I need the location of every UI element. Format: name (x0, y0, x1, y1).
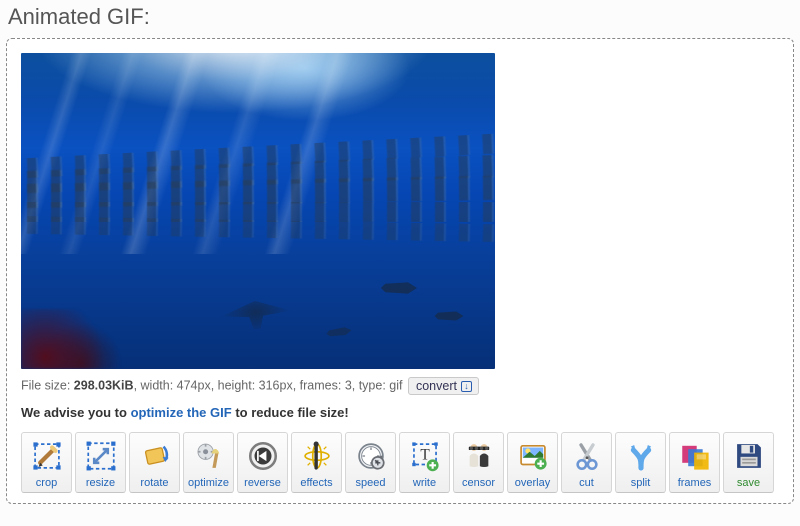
optimize-icon (190, 437, 228, 475)
speed-button[interactable]: speed (345, 432, 396, 493)
file-size-value: 298.03KiB (74, 378, 134, 392)
write-icon: T (406, 437, 444, 475)
optimize-link[interactable]: optimize the GIF (131, 405, 232, 420)
write-button[interactable]: T write (399, 432, 450, 493)
effects-label: effects (300, 477, 332, 489)
crop-icon (28, 437, 66, 475)
write-label: write (413, 477, 436, 489)
save-button[interactable]: save (723, 432, 774, 493)
reverse-icon (244, 437, 282, 475)
resize-label: resize (86, 477, 115, 489)
frames-button[interactable]: frames (669, 432, 720, 493)
reverse-label: reverse (244, 477, 281, 489)
convert-button[interactable]: convert ↓ (408, 377, 479, 395)
overlay-button[interactable]: overlay (507, 432, 558, 493)
speed-icon (352, 437, 390, 475)
rotate-button[interactable]: rotate (129, 432, 180, 493)
split-label: split (631, 477, 651, 489)
effects-button[interactable]: effects (291, 432, 342, 493)
censor-label: censor (462, 477, 495, 489)
resize-icon (82, 437, 120, 475)
file-size-label: File size: (21, 378, 74, 392)
optimize-label: optimize (188, 477, 229, 489)
editor-panel: File size: 298.03KiB, width: 474px, heig… (6, 38, 794, 504)
toolbar: crop resize rotate optimize (21, 432, 779, 493)
download-icon: ↓ (461, 381, 472, 392)
effects-icon (298, 437, 336, 475)
cut-label: cut (579, 477, 594, 489)
crop-button[interactable]: crop (21, 432, 72, 493)
censor-button[interactable]: censor (453, 432, 504, 493)
optimize-button[interactable]: optimize (183, 432, 234, 493)
page-title: Animated GIF: (8, 4, 794, 30)
censor-icon (460, 437, 498, 475)
split-icon (622, 437, 660, 475)
gif-preview (21, 53, 495, 369)
cut-icon (568, 437, 606, 475)
file-meta-rest: , width: 474px, height: 316px, frames: 3… (134, 378, 403, 392)
reverse-button[interactable]: reverse (237, 432, 288, 493)
frames-icon (676, 437, 714, 475)
convert-label: convert (416, 379, 457, 393)
crop-label: crop (36, 477, 57, 489)
file-meta: File size: 298.03KiB, width: 474px, heig… (21, 377, 779, 395)
split-button[interactable]: split (615, 432, 666, 493)
cut-button[interactable]: cut (561, 432, 612, 493)
frames-label: frames (678, 477, 712, 489)
advice-text: We advise you to optimize the GIF to red… (21, 405, 779, 420)
rotate-label: rotate (140, 477, 168, 489)
overlay-icon (514, 437, 552, 475)
rotate-icon (136, 437, 174, 475)
resize-button[interactable]: resize (75, 432, 126, 493)
overlay-label: overlay (515, 477, 550, 489)
speed-label: speed (356, 477, 386, 489)
save-icon (730, 437, 768, 475)
save-label: save (737, 477, 760, 489)
